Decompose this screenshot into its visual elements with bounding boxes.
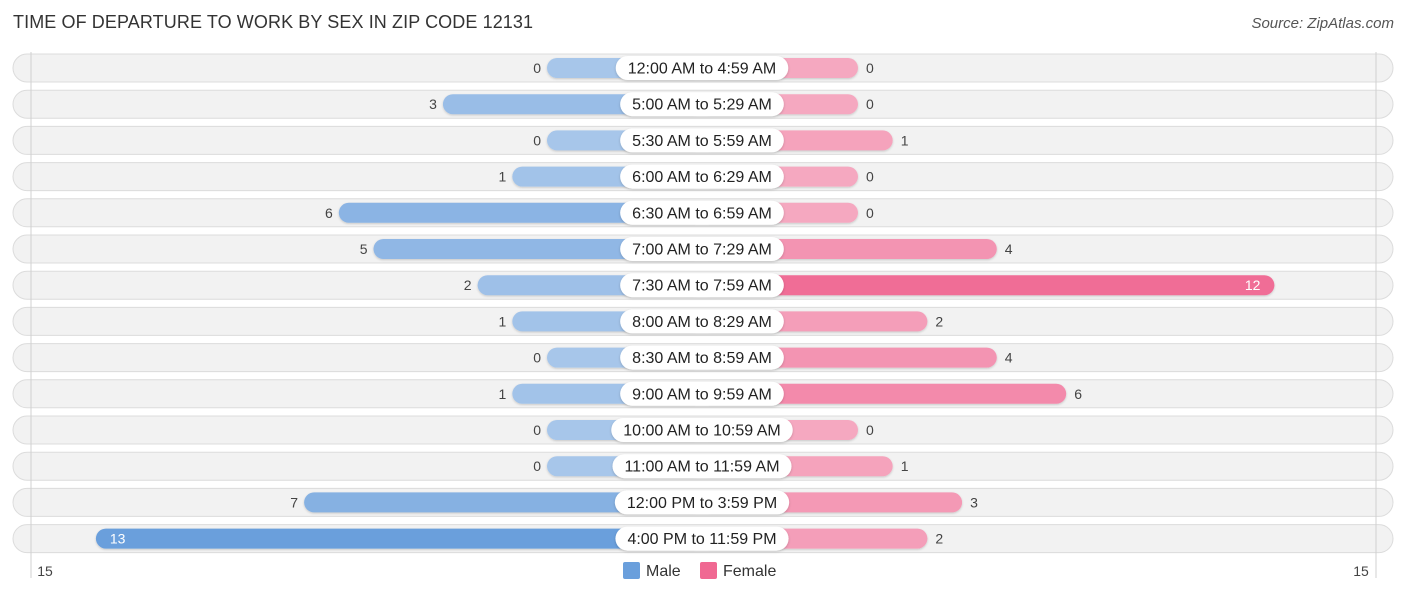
value-label-male: 1 bbox=[499, 313, 507, 329]
legend-label-male: Male bbox=[646, 563, 681, 580]
value-label-male: 13 bbox=[110, 531, 126, 547]
category-label: 5:30 AM to 5:59 AM bbox=[632, 133, 772, 150]
category-label: 6:30 AM to 6:59 AM bbox=[632, 205, 772, 222]
value-label-male: 2 bbox=[464, 277, 472, 293]
value-label-male: 5 bbox=[360, 241, 368, 257]
category-label: 7:30 AM to 7:59 AM bbox=[632, 278, 772, 295]
value-label-female: 2 bbox=[935, 313, 943, 329]
value-label-male: 0 bbox=[533, 422, 541, 438]
value-label-female: 4 bbox=[1005, 350, 1013, 366]
value-label-male: 0 bbox=[533, 132, 541, 148]
value-label-female: 0 bbox=[866, 169, 874, 185]
value-label-female: 1 bbox=[901, 132, 909, 148]
value-label-female: 3 bbox=[970, 494, 978, 510]
value-label-male: 0 bbox=[533, 350, 541, 366]
value-label-male: 6 bbox=[325, 205, 333, 221]
category-label: 8:30 AM to 8:59 AM bbox=[632, 350, 772, 367]
value-label-male: 1 bbox=[499, 386, 507, 402]
value-label-male: 7 bbox=[290, 494, 298, 510]
value-label-female: 6 bbox=[1074, 386, 1082, 402]
value-label-female: 1 bbox=[901, 458, 909, 474]
category-label: 7:00 AM to 7:29 AM bbox=[632, 242, 772, 259]
value-label-female: 0 bbox=[866, 96, 874, 112]
axis-label-right: 15 bbox=[1353, 563, 1369, 579]
value-label-female: 4 bbox=[1005, 241, 1013, 257]
value-label-female: 12 bbox=[1245, 277, 1261, 293]
chart: 12:00 AM to 4:59 AM 0 0 5:00 AM to 5:29 AM 3… bbox=[12, 52, 1394, 580]
legend: Male Female bbox=[623, 562, 776, 580]
category-label: 6:00 AM to 6:29 AM bbox=[632, 169, 772, 186]
category-label: 11:00 AM to 11:59 AM bbox=[624, 459, 779, 476]
bar-male bbox=[95, 528, 702, 549]
category-label: 5:00 AM to 5:29 AM bbox=[632, 97, 772, 114]
category-label: 10:00 AM to 10:59 AM bbox=[623, 423, 780, 440]
value-label-female: 0 bbox=[866, 422, 874, 438]
axis-label-left: 15 bbox=[37, 563, 53, 579]
value-label-female: 2 bbox=[935, 531, 943, 547]
bar-female bbox=[702, 275, 1275, 296]
value-label-male: 1 bbox=[499, 169, 507, 185]
value-label-female: 0 bbox=[866, 60, 874, 76]
category-label: 9:00 AM to 9:59 AM bbox=[632, 386, 772, 403]
category-label: 4:00 PM to 11:59 PM bbox=[627, 531, 776, 548]
legend-swatch-female bbox=[700, 562, 717, 579]
legend-swatch-male bbox=[623, 562, 640, 579]
value-label-male: 0 bbox=[533, 458, 541, 474]
value-label-male: 0 bbox=[533, 60, 541, 76]
category-label: 12:00 PM to 3:59 PM bbox=[627, 495, 777, 512]
value-label-male: 3 bbox=[429, 96, 437, 112]
value-label-female: 0 bbox=[866, 205, 874, 221]
legend-label-female: Female bbox=[723, 563, 776, 580]
category-label: 8:00 AM to 8:29 AM bbox=[632, 314, 772, 331]
category-label: 12:00 AM to 4:59 AM bbox=[628, 61, 777, 78]
